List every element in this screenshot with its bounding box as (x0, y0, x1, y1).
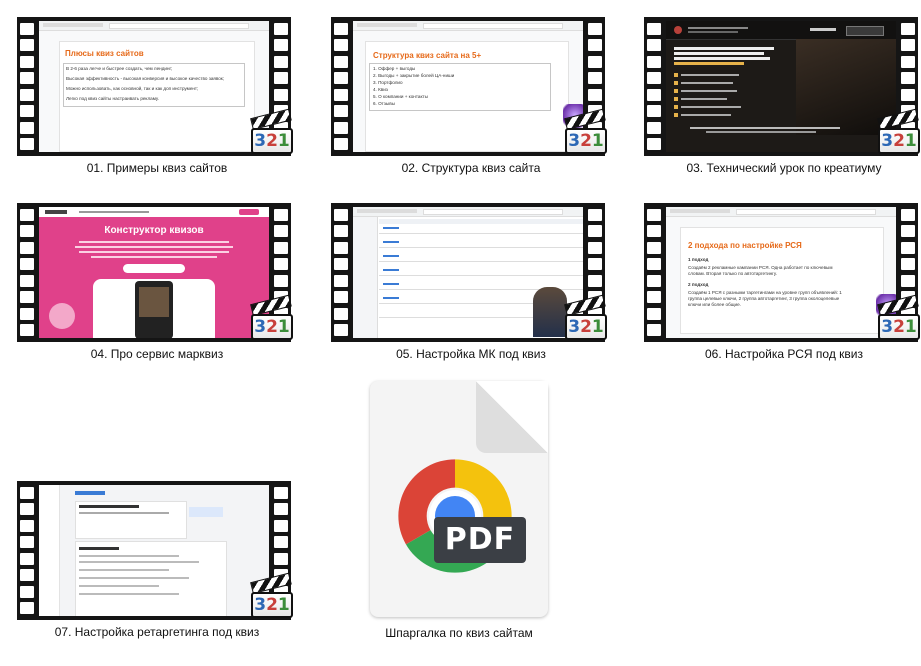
slide-line: 6. Отзывы (373, 101, 395, 106)
file-tile-06[interactable]: 2 подхода по настройке РСЯ 1 подход Созд… (644, 203, 921, 381)
file-name: 07. Настройка ретаргетинга под квиз (54, 625, 260, 639)
file-name: 03. Технический урок по креатиуму (686, 161, 882, 175)
video-thumbnail: 2 подхода по настройке РСЯ 1 подход Созд… (644, 203, 921, 344)
slide-line: Создаём 1 РСЯ с разными таргетингами на … (688, 290, 842, 295)
pdf-file-icon (370, 381, 548, 617)
video-thumbnail: 321 (331, 203, 607, 342)
pdf-label: PDF (434, 517, 526, 563)
slide-title: Конструктор квизов (104, 225, 204, 236)
media-player-logo-icon: 321 (249, 572, 297, 622)
slide-line: Легко под квиз сайты настраивать рекламу… (66, 96, 160, 101)
file-name: 01. Примеры квиз сайтов (86, 161, 228, 175)
file-tile-03[interactable]: 321 03. Технический урок по креатиуму (644, 17, 921, 195)
slide-line: 2. Выгоды + закрытие болей ЦА-ниши (373, 73, 455, 78)
slide-title: 2 подхода по настройке РСЯ (688, 241, 802, 250)
file-tile-05[interactable]: 321 05. Настройка МК под квиз (331, 203, 611, 381)
slide-line: Высокая эффективность - высокая конверси… (66, 76, 225, 81)
media-player-logo-icon: 321 (249, 108, 297, 158)
slide-line: ключи или более общие. (688, 302, 741, 307)
video-thumbnail: 321 (17, 481, 293, 620)
file-tile-04[interactable]: Конструктор квизов 321 04. Про сервис ма… (17, 203, 297, 381)
slide-line: 2 подход (688, 282, 709, 287)
video-thumbnail: Конструктор квизов 321 (17, 203, 293, 342)
slide-title: Структура квиз сайта на 5+ (373, 51, 482, 60)
slide-line: 3. Портфолио (373, 80, 403, 85)
file-name: 05. Настройка МК под квиз (396, 347, 546, 361)
slide-line: группа целевые ключи, 2 группа автотарге… (688, 296, 840, 301)
media-player-logo-icon: 321 (563, 294, 611, 344)
slide-line: 5. О компании + контакты (373, 94, 428, 99)
file-name: 06. Настройка РСЯ под квиз (704, 347, 864, 361)
file-name: 02. Структура квиз сайта (401, 161, 541, 175)
slide-line: 4. Квиз (373, 87, 388, 92)
slide-title: Плюсы квиз сайтов (65, 49, 144, 58)
file-name: Шпаргалка по квиз сайтам (385, 626, 533, 640)
slide-line: 1 подход (688, 257, 709, 262)
media-player-logo-icon: 321 (876, 294, 921, 344)
slide-line: 1. Оффер + выгоды (373, 66, 416, 71)
media-player-logo-icon: 321 (563, 108, 611, 158)
slide-line: Создаём 2 рекламные кампании РСЯ. Одна р… (688, 265, 833, 270)
media-player-logo-icon: 321 (876, 108, 921, 158)
slide-line: словам. Вторая только по автотаргетингу. (688, 271, 777, 276)
file-tile-01[interactable]: Плюсы квиз сайтов В 2-6 раза легче и быс… (17, 17, 297, 195)
video-thumbnail: Структура квиз сайта на 5+ 1. Оффер + вы… (331, 17, 607, 156)
slide-line: Можно использовать, как основной, так и … (66, 86, 199, 91)
video-thumbnail: Плюсы квиз сайтов В 2-6 раза легче и быс… (17, 17, 293, 156)
video-thumbnail: 321 (644, 17, 921, 158)
file-tile-02[interactable]: Структура квиз сайта на 5+ 1. Оффер + вы… (331, 17, 611, 195)
file-name: 04. Про сервис марквиз (90, 347, 224, 361)
file-tile-07[interactable]: 321 07. Настройка ретаргетинга под квиз (17, 481, 297, 659)
slide-line: В 2-6 раза легче и быстрее создать, чем … (66, 66, 173, 71)
media-player-logo-icon: 321 (249, 294, 297, 344)
